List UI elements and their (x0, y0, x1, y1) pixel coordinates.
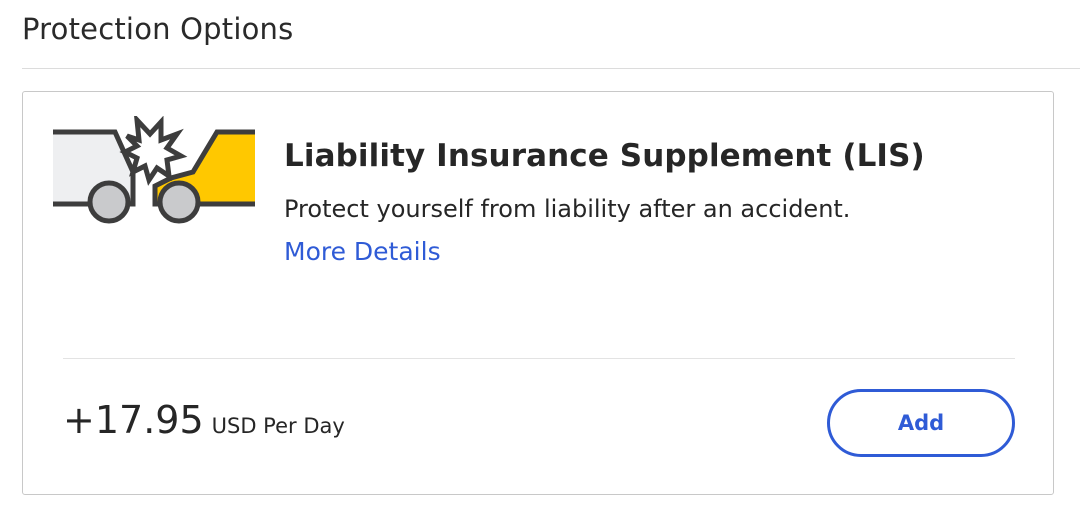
price-unit: USD Per Day (211, 414, 345, 438)
section-title: Protection Options (22, 12, 294, 46)
add-button[interactable]: Add (827, 389, 1015, 457)
car-collision-icon (53, 116, 255, 224)
price-amount: +17.95 (63, 398, 204, 442)
section-divider (22, 68, 1080, 69)
product-title: Liability Insurance Supplement (LIS) (284, 138, 925, 174)
more-details-link[interactable]: More Details (284, 237, 441, 266)
card-divider (63, 358, 1015, 359)
price: +17.95 USD Per Day (63, 398, 345, 442)
protection-option-card: Liability Insurance Supplement (LIS) Pro… (22, 91, 1054, 495)
product-description: Protect yourself from liability after an… (284, 195, 851, 223)
